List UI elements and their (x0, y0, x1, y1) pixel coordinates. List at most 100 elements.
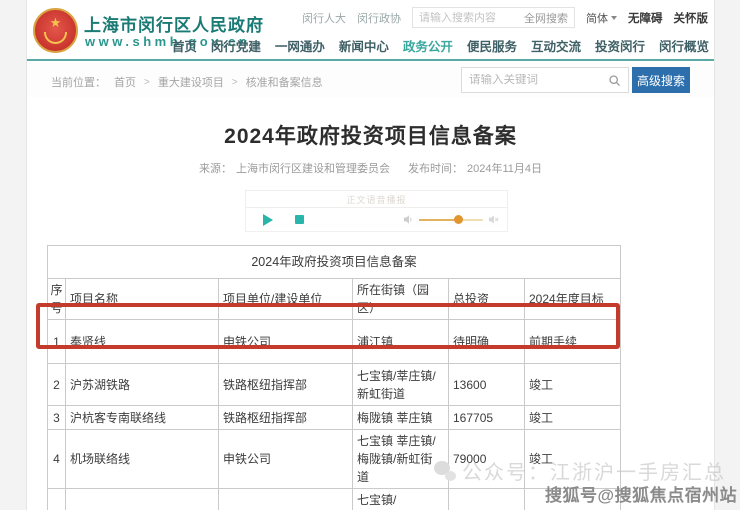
utility-bar: 闵行人大闵行政协 全网搜索 简体 无障碍 关怀版 (302, 7, 708, 28)
article-meta: 来源： 上海市闵行区建设和管理委员会 发布时间： 2024年11月4日 (27, 160, 714, 176)
table-cell: 竣工 (525, 364, 621, 406)
national-emblem-icon: ★ (33, 8, 78, 53)
table-row: 5嘉闵线申铁公司七宝镇/ /莘庄镇/新虹街道/ 莘庄工业区268537连续施工 (48, 489, 621, 510)
site-header: ★ 上海市闵行区人民政府 www.shmh.gov.cn 闵行人大闵行政协 全网… (27, 0, 714, 61)
table-row: 3沪杭客专南联络线铁路枢纽指挥部梅陇镇 莘庄镇167705竣工 (48, 406, 621, 430)
language-label: 简体 (586, 10, 608, 26)
breadcrumb-bar: 当前位置： 首页 > 重大建设项目 > 核准和备案信息 高级搜索 (27, 63, 714, 97)
table-cell: 铁路枢纽指挥部 (219, 406, 353, 430)
site-search-box: 全网搜索 (412, 7, 575, 28)
table-cell: 2 (48, 364, 66, 406)
nav-item[interactable]: 政务公开 (403, 36, 453, 55)
table-cell: 13600 (449, 364, 525, 406)
table-cell: 79000 (449, 430, 525, 489)
breadcrumb-item[interactable]: 首页 (114, 74, 136, 90)
column-header: 所在街镇（园区） (353, 279, 449, 320)
column-header: 序号 (48, 279, 66, 320)
table-cell: 竣工 (525, 406, 621, 430)
table-cell: 申铁公司 (219, 320, 353, 364)
utility-link[interactable]: 闵行人大 (302, 10, 346, 26)
breadcrumb: 当前位置： 首页 > 重大建设项目 > 核准和备案信息 (51, 74, 323, 90)
page-canvas: ★ 上海市闵行区人民政府 www.shmh.gov.cn 闵行人大闵行政协 全网… (0, 0, 740, 510)
language-select[interactable]: 简体 (586, 10, 617, 26)
nav-item[interactable]: 投资闵行 (595, 36, 645, 55)
table-cell: 167705 (449, 406, 525, 430)
audio-player-status: 正文语音播报 (245, 190, 508, 208)
table-row: 1奉贤线申铁公司浦江镇待明确前期手续 (48, 320, 621, 364)
projects-table: 2024年政府投资项目信息备案 序号项目名称项目单位/建设单位所在街镇（园区）总… (47, 245, 621, 510)
table-row: 2沪苏湖铁路铁路枢纽指挥部七宝镇/莘庄镇/新虹街道13600竣工 (48, 364, 621, 406)
chevron-down-icon (611, 16, 617, 20)
breadcrumb-item[interactable]: 重大建设项目 (158, 74, 224, 90)
table-cell: 铁路枢纽指挥部 (219, 364, 353, 406)
table-cell: 七宝镇/莘庄镇/新虹街道 (353, 364, 449, 406)
table-cell: 七宝镇 莘庄镇/梅陇镇/新虹街道 (353, 430, 449, 489)
table-cell: 嘉闵线 (66, 489, 219, 510)
accessibility-button[interactable]: 无障碍 (628, 10, 663, 26)
table-cell: 沪杭客专南联络线 (66, 406, 219, 430)
table-cell: 连续施工 (525, 489, 621, 510)
speaker-muted-icon[interactable] (488, 214, 499, 225)
table-caption: 2024年政府投资项目信息备案 (48, 246, 621, 279)
source-label: 来源： (199, 160, 232, 176)
site-search-input[interactable] (419, 12, 520, 24)
advanced-search-button[interactable]: 高级搜索 (632, 67, 690, 93)
table-cell: 申铁公司 (219, 430, 353, 489)
nav-item[interactable]: 新闻中心 (339, 36, 389, 55)
table-cell: 4 (48, 430, 66, 489)
search-icon[interactable] (608, 74, 621, 87)
table-cell: 梅陇镇 莘庄镇 (353, 406, 449, 430)
column-header: 总投资 (449, 279, 525, 320)
volume-slider-knob[interactable] (454, 215, 463, 224)
keyword-search-box (461, 67, 629, 93)
article-title: 2024年政府投资项目信息备案 (27, 120, 714, 150)
nav-item[interactable]: 互动交流 (531, 36, 581, 55)
breadcrumb-separator: > (144, 77, 150, 88)
table-cell: 七宝镇/ /莘庄镇/新虹街道/ 莘庄工业区 (353, 489, 449, 510)
page-search: 高级搜索 (461, 67, 690, 93)
publish-time-value: 2024年11月4日 (467, 160, 542, 176)
volume-control (403, 214, 499, 225)
table-cell: 浦江镇 (353, 320, 449, 364)
nav-item[interactable]: 闵行党建 (211, 36, 261, 55)
utility-link[interactable]: 闵行政协 (357, 10, 401, 26)
volume-slider[interactable] (419, 219, 483, 221)
breadcrumb-label: 当前位置： (51, 74, 106, 90)
meta-spacer (394, 160, 404, 176)
table-cell: 申铁公司 (219, 489, 353, 510)
column-header: 2024年度目标 (525, 279, 621, 320)
nav-item[interactable]: 首页 (172, 36, 197, 55)
site-title: 上海市闵行区人民政府 (84, 11, 264, 36)
table-row: 4机场联络线申铁公司七宝镇 莘庄镇/梅陇镇/新虹街道79000竣工 (48, 430, 621, 489)
table-cell: 3 (48, 406, 66, 430)
nav-item[interactable]: 闵行概览 (659, 36, 709, 55)
source-value: 上海市闵行区建设和管理委员会 (236, 160, 390, 176)
table-cell: 机场联络线 (66, 430, 219, 489)
table-cell: 1 (48, 320, 66, 364)
nav-item[interactable]: 一网通办 (275, 36, 325, 55)
volume-slider-fill (419, 219, 456, 221)
table-cell: 待明确 (449, 320, 525, 364)
net-search-button[interactable]: 全网搜索 (524, 10, 568, 26)
speaker-icon[interactable] (403, 214, 414, 225)
nav-item[interactable]: 便民服务 (467, 36, 517, 55)
utility-links: 闵行人大闵行政协 (302, 10, 401, 26)
breadcrumb-separator: > (232, 77, 238, 88)
play-icon[interactable] (263, 214, 273, 226)
table-cell: 268537 (449, 489, 525, 510)
table-cell: 奉贤线 (66, 320, 219, 364)
table-cell: 沪苏湖铁路 (66, 364, 219, 406)
table-cell: 5 (48, 489, 66, 510)
projects-table-wrap: 2024年政府投资项目信息备案 序号项目名称项目单位/建设单位所在街镇（园区）总… (47, 245, 625, 510)
content-card: ★ 上海市闵行区人民政府 www.shmh.gov.cn 闵行人大闵行政协 全网… (26, 0, 715, 510)
stop-icon[interactable] (295, 215, 304, 224)
column-header: 项目单位/建设单位 (219, 279, 353, 320)
main-nav: 首页闵行党建一网通办新闻中心政务公开便民服务互动交流投资闵行闵行概览 (172, 36, 709, 55)
keyword-search-input[interactable] (469, 74, 608, 86)
breadcrumb-item[interactable]: 核准和备案信息 (246, 74, 323, 90)
audio-player-controls (245, 208, 508, 232)
breadcrumb-items: 首页 > 重大建设项目 > 核准和备案信息 (114, 74, 323, 90)
care-mode-button[interactable]: 关怀版 (674, 10, 709, 26)
audio-player: 正文语音播报 (245, 190, 508, 232)
publish-time-label: 发布时间： (408, 160, 463, 176)
